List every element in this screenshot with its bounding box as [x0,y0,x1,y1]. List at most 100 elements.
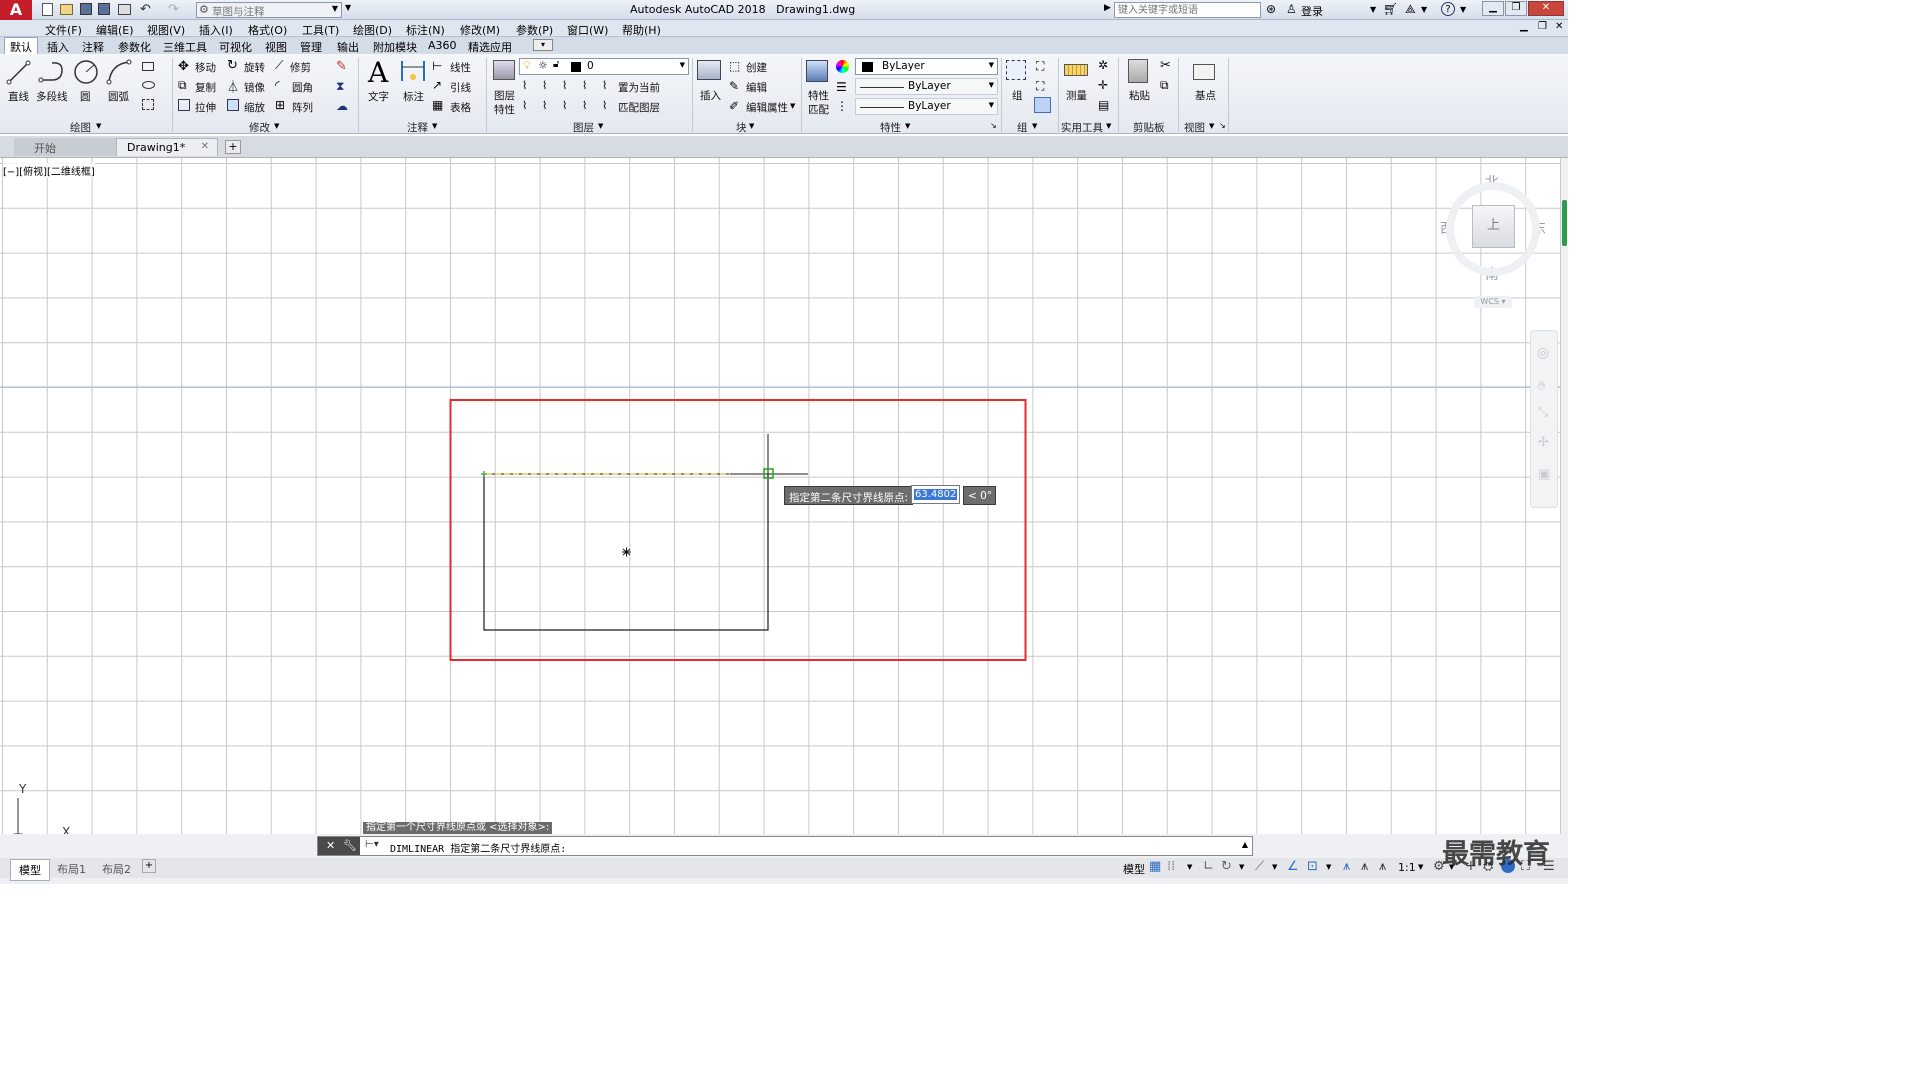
chevron-down-icon[interactable]: ▼ [274,122,279,130]
calculator-icon[interactable]: ▤ [1098,98,1109,112]
menu-parametric[interactable]: 参数(P) [516,22,553,38]
chevron-down-icon[interactable]: ▼ [1370,5,1376,14]
wrench-icon[interactable]: 🔧︎ [343,839,357,852]
tab-insert[interactable]: 插入 [47,39,69,55]
search-input[interactable] [1114,2,1261,18]
chevron-down-icon[interactable]: ▼ [1032,122,1037,130]
text-tool-icon[interactable]: A [368,56,388,89]
chevron-down-icon[interactable]: ▼ [1460,5,1466,14]
doc-restore-icon[interactable]: ❐ [1538,21,1547,32]
move-label[interactable]: 移动 [195,60,216,75]
chevron-down-icon[interactable]: ▼ [1418,863,1423,871]
new-file-icon[interactable] [42,3,53,16]
group-edit-icon[interactable]: ⛶ [1036,79,1044,94]
menu-file[interactable]: 文件(F) [45,22,82,38]
dimension-tool-icon[interactable] [400,59,426,85]
match-properties-icon[interactable] [806,60,828,82]
cut-icon[interactable]: ✂ [1160,58,1171,73]
insert-label[interactable]: 插入 [700,88,721,103]
panel-launcher-icon[interactable]: ↘ [1219,121,1226,130]
groups-group-label[interactable]: 组 [1017,120,1028,135]
chevron-down-icon[interactable]: ▼ [1326,863,1331,871]
base-label[interactable]: 基点 [1195,88,1216,103]
snap-icon[interactable]: ⁞⁞ [1167,859,1175,874]
tab-model[interactable]: 模型 [10,859,50,881]
edit-block-icon[interactable]: ✎ [729,79,739,93]
layer-props-label-2[interactable]: 特性 [494,102,515,117]
open-file-icon[interactable] [60,4,73,15]
redo-icon[interactable]: ↷ [168,2,179,17]
copy-clip-icon[interactable]: ⧉ [1160,78,1169,93]
linear-dim-icon[interactable]: ⊢ [432,59,442,73]
mirror-label[interactable]: 镜像 [244,80,265,95]
chevron-down-icon[interactable]: ▼ [1239,863,1244,871]
modify-group-label[interactable]: 修改 [249,120,270,135]
tab-view[interactable]: 视图 [265,39,287,55]
set-current-label[interactable]: 置为当前 [618,80,660,95]
tab-manage[interactable]: 管理 [300,39,322,55]
undo-icon[interactable]: ↶ [140,2,151,17]
dynamic-input-value[interactable]: 63.4802 [911,485,960,504]
match-layer-label[interactable]: 匹配图层 [618,100,660,115]
steering-wheel-icon[interactable]: ◎ [1537,345,1549,361]
isodraft-icon[interactable]: ⟋ [1255,859,1264,874]
lineweight-icon[interactable]: ☰ [836,80,847,94]
array-label[interactable]: 阵列 [292,100,313,115]
pan-icon[interactable]: ✋︎ [1538,379,1545,394]
model-space-button[interactable]: 模型 [1123,861,1145,877]
layer-tool-icon[interactable]: ⌇ [562,79,567,92]
polyline-label[interactable]: 多段线 [36,89,68,104]
table-label[interactable]: 表格 [450,100,471,115]
command-line[interactable]: ✕ 🔧︎ ⊢▾ DIMLINEAR 指定第二条尺寸界线原点: ▲ [317,836,1253,856]
new-tab-button[interactable]: + [225,140,241,154]
menu-help[interactable]: 帮助(H) [622,22,661,38]
ribbon-toggle-icon[interactable]: ▾ [533,39,553,51]
edit-attr-label[interactable]: 编辑属性 [746,100,788,115]
menu-insert[interactable]: 插入(I) [199,22,233,38]
menu-dimension[interactable]: 标注(N) [406,22,445,38]
chevron-down-icon[interactable]: ▼ [1272,863,1277,871]
workspace-select[interactable]: ⚙ 草图与注释 ▼ [196,2,342,18]
copy-label[interactable]: 复制 [195,80,216,95]
line-tool-icon[interactable] [6,58,32,86]
stretch-icon[interactable] [178,99,190,111]
insert-block-icon[interactable] [697,60,721,80]
polar-icon[interactable]: ↻ [1221,859,1232,874]
create-label[interactable]: 创建 [746,60,767,75]
wcs-menu[interactable]: WCS ▾ [1474,296,1512,308]
dynamic-input-angle[interactable]: < 0° [963,486,996,505]
login-label[interactable]: 登录 [1301,3,1323,19]
chevron-up-icon[interactable]: ▲ [1242,840,1248,849]
tab-featured-apps[interactable]: 精选应用 [468,39,512,55]
annotation-scale-value[interactable]: 1:1 [1398,861,1416,874]
leader-icon[interactable]: ↗ [432,78,442,92]
chevron-down-icon[interactable]: ▼ [1187,863,1192,871]
mirror-icon[interactable]: ⏃ [227,78,239,95]
annotation-group-label[interactable]: 注释 [407,120,428,135]
measure-icon[interactable] [1064,64,1088,76]
layer-tool-icon[interactable]: ⌇ [542,79,547,92]
object-snap-tracking-icon[interactable]: ∠ [1287,859,1299,874]
match-layer-icon[interactable]: ⌇ [602,99,607,112]
panel-launcher-icon[interactable]: ↘ [990,121,997,130]
layer-tool-icon[interactable]: ⌇ [522,79,527,92]
layer-dropdown[interactable]: 💡︎ ☼ 🔓︎ 0 ▼ [519,58,689,75]
layers-group-label[interactable]: 图层 [573,120,594,135]
layer-tool-icon[interactable]: ⌇ [582,99,587,112]
tab-annotate[interactable]: 注释 [82,39,104,55]
customize-toolbar-icon[interactable]: ▼ [345,3,351,12]
grid-icon[interactable]: ▦ [1149,859,1161,874]
layer-properties-icon[interactable] [493,60,515,80]
rotate-icon[interactable]: ↻ [227,58,238,73]
point-icon[interactable]: ✛ [1098,78,1108,92]
orbit-icon[interactable]: ✢ [1538,435,1549,450]
chevron-down-icon[interactable]: ▼ [905,122,910,130]
save-icon[interactable] [80,3,92,15]
block-group-label[interactable]: 块 [736,120,747,135]
tab-a360[interactable]: A360 [428,39,457,52]
paste-icon[interactable] [1128,59,1148,83]
add-layout-button[interactable]: + [142,859,156,873]
doc-minimize-icon[interactable]: ▁ [1520,21,1528,32]
chevron-down-icon[interactable]: ▼ [598,122,603,130]
properties-group-label[interactable]: 特性 [880,120,901,135]
